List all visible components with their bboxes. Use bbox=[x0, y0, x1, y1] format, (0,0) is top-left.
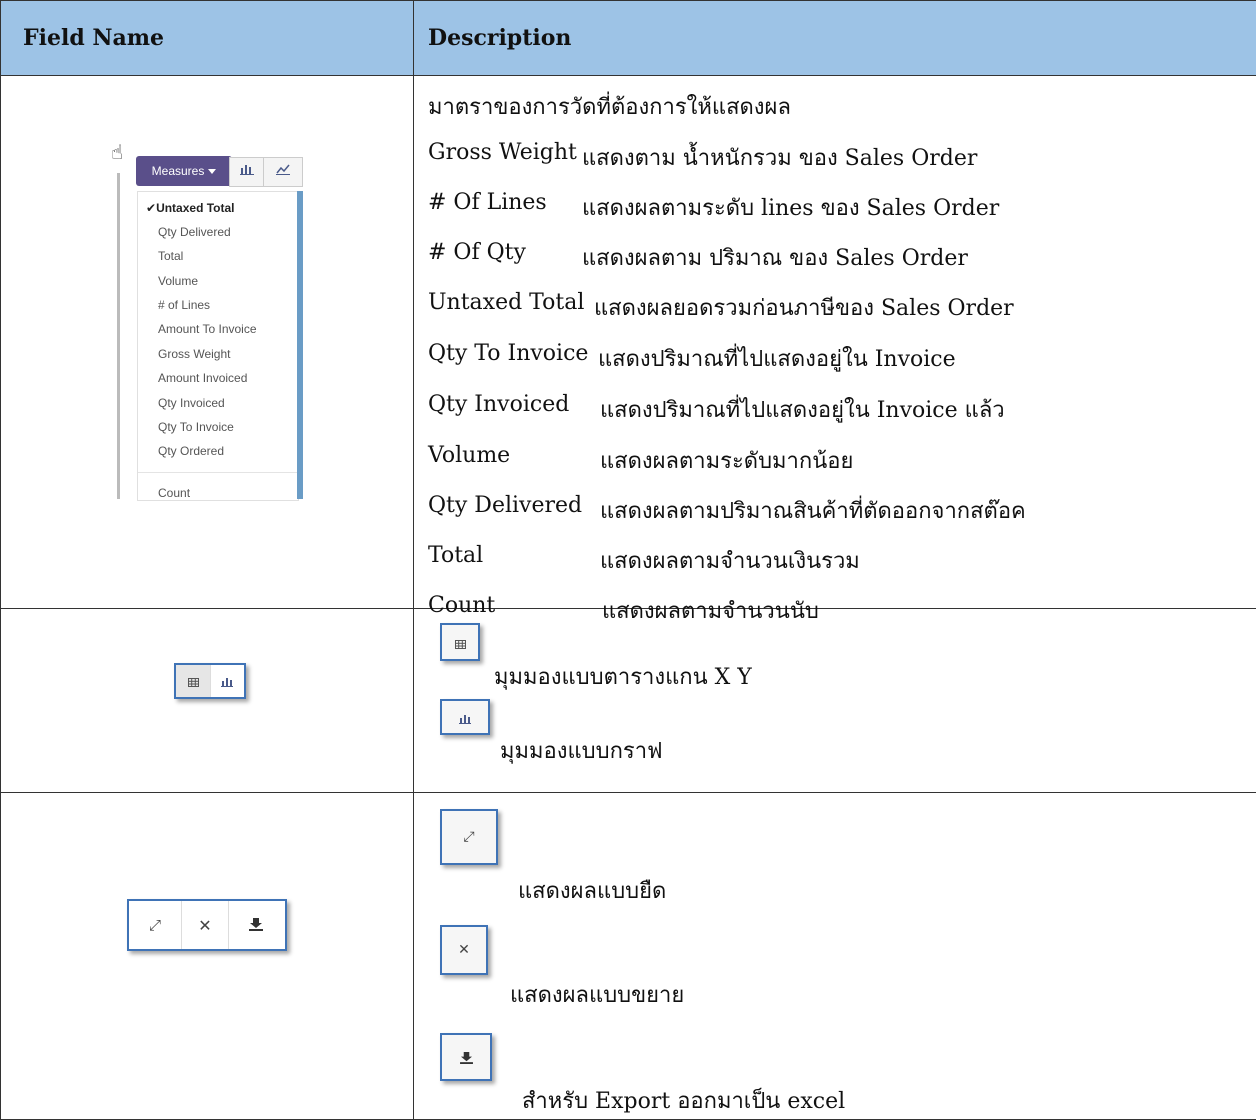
expand-arrows-icon: ⤢ bbox=[463, 829, 474, 845]
measure-item[interactable]: Total bbox=[158, 249, 183, 263]
measures-menu-screenshot: ☝ Measures ✔Untaxed Total Qty Delivered … bbox=[111, 139, 307, 499]
download-icon bbox=[460, 1045, 473, 1070]
bar-chart-icon bbox=[221, 672, 233, 691]
measure-item[interactable]: # of Lines bbox=[158, 298, 210, 312]
table-grid-icon bbox=[188, 672, 199, 691]
measures-dropdown: ✔Untaxed Total Qty Delivered Total Volum… bbox=[137, 191, 299, 501]
measure-text: แสดงปริมาณที่ไปแสดงอยู่ใน Invoice bbox=[598, 341, 956, 376]
expand-arrows-icon: ⤢ bbox=[149, 916, 161, 934]
download-icon bbox=[249, 916, 263, 935]
hand-cursor-icon: ☝ bbox=[111, 143, 123, 163]
graph-view-text: มุมมองแบบกราฟ bbox=[500, 733, 663, 768]
expand-text: แสดงผลแบบยืด bbox=[518, 873, 666, 908]
fullscreen-icon: ✕ bbox=[458, 942, 470, 958]
measure-item[interactable]: ✔Untaxed Total bbox=[146, 201, 235, 215]
measure-item-count[interactable]: Count bbox=[158, 486, 190, 500]
fullscreen-text: แสดงผลแบบขยาย bbox=[510, 977, 684, 1012]
measure-item[interactable]: Gross Weight bbox=[158, 347, 230, 361]
measure-item[interactable]: Volume bbox=[158, 274, 198, 288]
measures-intro: มาตราของการวัดที่ต้องการให้แสดงผล bbox=[428, 89, 791, 124]
bar-chart-icon[interactable] bbox=[229, 157, 265, 187]
measure-text: แสดงผลยอดรวมก่อนภาษีของ Sales Order bbox=[594, 290, 1014, 325]
measure-text: แสดงตาม น้ำหนักรวม ของ Sales Order bbox=[582, 140, 977, 175]
measures-button-label: Measures bbox=[152, 164, 205, 178]
graph-view-button[interactable] bbox=[211, 665, 243, 697]
scroll-edge bbox=[117, 173, 120, 499]
measure-item[interactable]: Qty To Invoice bbox=[158, 420, 234, 434]
measures-button[interactable]: Measures bbox=[136, 156, 232, 186]
measure-text: แสดงผลตามปริมาณสินค้าที่ตัดออกจากสต๊อค bbox=[600, 493, 1026, 528]
header-field-name: Field Name bbox=[1, 1, 414, 76]
measure-item[interactable]: Qty Ordered bbox=[158, 444, 224, 458]
view-toggle-toolbar bbox=[174, 663, 246, 699]
action-description-cell: ⤢ แสดงผลแบบยืด ✕ แสดงผลแบบขยาย สำหรับ Ex… bbox=[414, 793, 1256, 1120]
fullscreen-icon: ✕ bbox=[198, 916, 211, 935]
line-chart-icon[interactable] bbox=[263, 157, 303, 187]
caret-down-icon bbox=[208, 169, 216, 174]
fullscreen-button[interactable]: ✕ bbox=[182, 901, 229, 949]
measure-term: # Of Qty bbox=[428, 240, 526, 265]
pivot-view-text: มุมมองแบบตารางแกน X Y bbox=[494, 659, 752, 694]
header-description: Description bbox=[414, 1, 1256, 76]
download-button[interactable] bbox=[229, 901, 283, 949]
measure-item[interactable]: Amount Invoiced bbox=[158, 371, 247, 385]
measure-term: Volume bbox=[428, 443, 510, 468]
measure-item[interactable]: Qty Invoiced bbox=[158, 396, 225, 410]
menu-divider bbox=[138, 472, 298, 473]
view-toggle-cell bbox=[1, 609, 414, 793]
measure-text: แสดงผลตามระดับมากน้อย bbox=[600, 443, 853, 478]
expand-sample: ⤢ bbox=[440, 809, 498, 865]
action-toolbar: ⤢ ✕ bbox=[127, 899, 287, 951]
pivot-view-sample bbox=[440, 623, 480, 661]
measure-term: Qty To Invoice bbox=[428, 341, 588, 366]
export-sample bbox=[440, 1033, 492, 1081]
action-toolbar-cell: ⤢ ✕ bbox=[1, 793, 414, 1120]
side-panel-edge bbox=[297, 191, 303, 499]
bar-chart-icon bbox=[459, 705, 471, 730]
table-grid-icon bbox=[455, 630, 466, 655]
graph-view-sample bbox=[440, 699, 490, 735]
expand-button[interactable]: ⤢ bbox=[129, 901, 182, 949]
fullscreen-sample: ✕ bbox=[440, 925, 488, 975]
view-description-cell: มุมมองแบบตารางแกน X Y มุมมองแบบกราฟ bbox=[414, 609, 1256, 793]
measure-item[interactable]: Qty Delivered bbox=[158, 225, 231, 239]
measure-term: Total bbox=[428, 543, 483, 568]
export-text: สำหรับ Export ออกมาเป็น excel bbox=[522, 1083, 845, 1118]
field-description-table: Field Name Description ☝ Measures ✔Untax… bbox=[0, 0, 1256, 1120]
measure-item[interactable]: Amount To Invoice bbox=[158, 322, 257, 336]
measure-term: Untaxed Total bbox=[428, 290, 584, 315]
measure-term: Qty Invoiced bbox=[428, 392, 569, 417]
measures-description-cell: มาตราของการวัดที่ต้องการให้แสดงผล Gross … bbox=[414, 76, 1256, 609]
measure-term: # Of Lines bbox=[428, 190, 547, 215]
measure-text: แสดงผลตามจำนวนเงินรวม bbox=[600, 543, 860, 578]
measure-text: แสดงผลตาม ปริมาณ ของ Sales Order bbox=[582, 240, 968, 275]
measures-screenshot-cell: ☝ Measures ✔Untaxed Total Qty Delivered … bbox=[1, 76, 414, 609]
measure-term: Qty Delivered bbox=[428, 493, 582, 518]
pivot-view-button[interactable] bbox=[176, 665, 211, 697]
measure-text: แสดงปริมาณที่ไปแสดงอยู่ใน Invoice แล้ว bbox=[600, 392, 1005, 427]
measure-text: แสดงผลตามระดับ lines ของ Sales Order bbox=[582, 190, 999, 225]
measure-term: Gross Weight bbox=[428, 140, 577, 165]
